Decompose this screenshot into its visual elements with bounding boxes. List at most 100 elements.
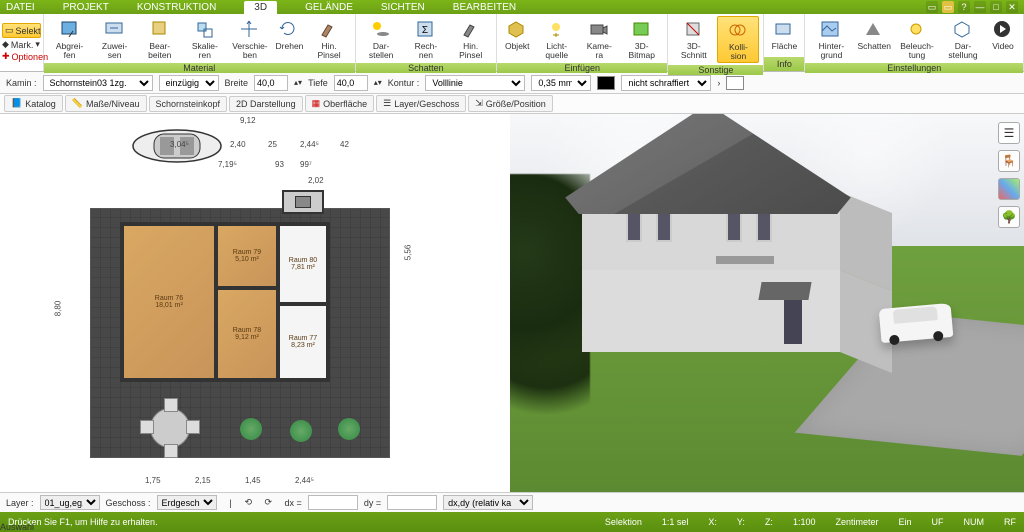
coord-mode-select[interactable]: dx,dy (relativ ka: [443, 495, 533, 510]
3d-side-tools: ☰ 🪑 🌳: [998, 122, 1020, 228]
maximize-icon[interactable]: □: [990, 1, 1002, 13]
2d-floorplan-view[interactable]: 9,12 3,04⁵ 2,40 25 2,44⁵ 42 7,19⁵ 93 99⁷…: [0, 114, 510, 492]
hinpinsel-shadow-button[interactable]: Hin. Pinsel: [449, 16, 492, 61]
kamera-button[interactable]: Kame- ra: [580, 16, 618, 61]
color-swatch-black[interactable]: [597, 76, 615, 90]
workspace: 9,12 3,04⁵ 2,40 25 2,44⁵ 42 7,19⁵ 93 99⁷…: [0, 114, 1024, 492]
oberflaeche-button[interactable]: ▦Oberfläche: [305, 95, 375, 112]
beleuchtung-button[interactable]: Beleuch- tung: [895, 16, 939, 61]
bush-icon: [290, 420, 312, 442]
mark-button[interactable]: ◆Mark.▾: [2, 39, 41, 50]
tiefe-label: Tiefe: [308, 78, 328, 88]
tiefe-input[interactable]: [334, 75, 368, 91]
flaeche-button[interactable]: Fläche: [768, 16, 800, 55]
breite-input[interactable]: [254, 75, 288, 91]
status-ratio: 1:1 sel: [662, 517, 689, 527]
dim: 2,40: [230, 140, 246, 149]
drehen-button[interactable]: Drehen: [273, 16, 305, 61]
group-label-auswahl: Auswahl: [0, 522, 44, 532]
room-80: Raum 807,81 m²: [278, 224, 328, 304]
dy-label: dy =: [364, 498, 381, 508]
dim: 42: [340, 140, 349, 149]
layer-select[interactable]: 01_ug,eg,og: [40, 495, 100, 510]
kamin-select[interactable]: Schornstein03 1zg.: [43, 75, 153, 91]
groesse-button[interactable]: ⇲Größe/Position: [468, 95, 553, 112]
status-ein: Ein: [898, 517, 911, 527]
menu-konstruktion[interactable]: KONSTRUKTION: [137, 2, 216, 13]
rechnen-button[interactable]: ΣRech- nen: [405, 16, 447, 61]
menu-datei[interactable]: DATEI: [6, 2, 35, 13]
abgreifen-button[interactable]: Abgrei- fen: [48, 16, 91, 61]
hatch-select[interactable]: nicht schraffiert: [621, 75, 711, 91]
car-3d: [879, 303, 954, 343]
lichtquelle-button[interactable]: Licht- quelle: [535, 16, 578, 61]
options-button[interactable]: ✚Optionen: [2, 51, 41, 62]
hintergrund-button[interactable]: Hinter- grund: [809, 16, 853, 61]
dim-top: 9,12: [240, 116, 256, 125]
status-bar: Drücken Sie F1, um Hilfe zu erhalten. Se…: [0, 512, 1024, 532]
group-label-schatten: Schatten: [356, 63, 497, 73]
materials-tool-icon[interactable]: [998, 178, 1020, 200]
window-icon-1[interactable]: ▭: [926, 1, 938, 13]
thickness-select[interactable]: 0,35 mm: [531, 75, 591, 91]
layer-label: Layer :: [6, 498, 34, 508]
layergeschoss-button[interactable]: ☰Layer/Geschoss: [376, 95, 466, 112]
dy-input[interactable]: [387, 495, 437, 510]
kollision-button[interactable]: Kolli- sion: [717, 16, 759, 63]
schornsteinkopf-button[interactable]: Schornsteinkopf: [149, 96, 228, 112]
geschoss-select[interactable]: Erdgeschos: [157, 495, 217, 510]
katalog-button[interactable]: 📘Katalog: [4, 95, 63, 112]
dim: 1,45: [245, 476, 261, 485]
kontur-select[interactable]: Volllinie: [425, 75, 525, 91]
dx-label: dx =: [285, 498, 302, 508]
zuweisen-button[interactable]: Zuwei- sen: [93, 16, 136, 61]
secondary-toolbar: 📘Katalog 📏Maße/Niveau Schornsteinkopf 2D…: [0, 94, 1024, 114]
kontur-label: Kontur :: [388, 78, 420, 88]
close-icon[interactable]: ✕: [1006, 1, 1018, 13]
group-label-info: Info: [764, 57, 804, 71]
group-label-einfuegen: Einfügen: [497, 63, 667, 73]
3dschnitt-button[interactable]: 3D- Schnitt: [672, 16, 715, 63]
3d-perspective-view[interactable]: ☰ 🪑 🌳: [510, 114, 1024, 492]
menu-bearbeiten[interactable]: BEARBEITEN: [453, 2, 516, 13]
dim: 5,56: [403, 245, 412, 261]
furniture-tool-icon[interactable]: 🪑: [998, 150, 1020, 172]
3dbitmap-button[interactable]: 3D- Bitmap: [620, 16, 663, 61]
help-icon[interactable]: ?: [958, 1, 970, 13]
darstellen-button[interactable]: Dar- stellen: [360, 16, 403, 61]
menu-gelaende[interactable]: GELÄNDE: [305, 2, 353, 13]
video-button[interactable]: Video: [987, 16, 1019, 61]
plants-tool-icon[interactable]: 🌳: [998, 206, 1020, 228]
bush-icon: [240, 418, 262, 440]
schatten-settings-button[interactable]: Schatten: [855, 16, 893, 61]
dim: 2,44⁵: [295, 476, 314, 485]
status-unit: Zentimeter: [835, 517, 878, 527]
svg-text:Σ: Σ: [422, 25, 428, 36]
objekt-button[interactable]: Objekt: [501, 16, 533, 61]
dim: 3,04⁵: [170, 140, 189, 149]
color-swatch-white[interactable]: [726, 76, 744, 90]
minimize-icon[interactable]: —: [974, 1, 986, 13]
ribbon-selection-group: ▭Selekt ◆Mark.▾ ✚Optionen Auswahl: [0, 14, 44, 71]
chair: [140, 420, 154, 434]
skalieren-button[interactable]: Skalie- ren: [183, 16, 226, 61]
chair: [186, 420, 200, 434]
darstellung-button[interactable]: Dar- stellung: [941, 16, 985, 61]
ribbon-group-material: Abgrei- fen Zuwei- sen Bear- beiten Skal…: [44, 14, 356, 71]
window-icon-2[interactable]: ▭: [942, 1, 954, 13]
ribbon-group-info: Fläche Info: [764, 14, 805, 71]
dim: 1,75: [145, 476, 161, 485]
menu-projekt[interactable]: PROJEKT: [63, 2, 109, 13]
chevron-icon[interactable]: ›: [717, 78, 720, 88]
layers-tool-icon[interactable]: ☰: [998, 122, 1020, 144]
menu-3d[interactable]: 3D: [244, 1, 277, 14]
einzug-select[interactable]: einzügig: [159, 75, 219, 91]
2ddarstellung-button[interactable]: 2D Darstellung: [229, 96, 303, 112]
verschieben-button[interactable]: Verschie- ben: [228, 16, 271, 61]
select-button[interactable]: ▭Selekt: [2, 23, 41, 38]
menu-sichten[interactable]: SICHTEN: [381, 2, 425, 13]
dx-input[interactable]: [308, 495, 358, 510]
hinpinsel-button[interactable]: Hin. Pinsel: [307, 16, 350, 61]
masse-button[interactable]: 📏Maße/Niveau: [65, 95, 147, 112]
bearbeiten-button[interactable]: Bear- beiten: [138, 16, 181, 61]
